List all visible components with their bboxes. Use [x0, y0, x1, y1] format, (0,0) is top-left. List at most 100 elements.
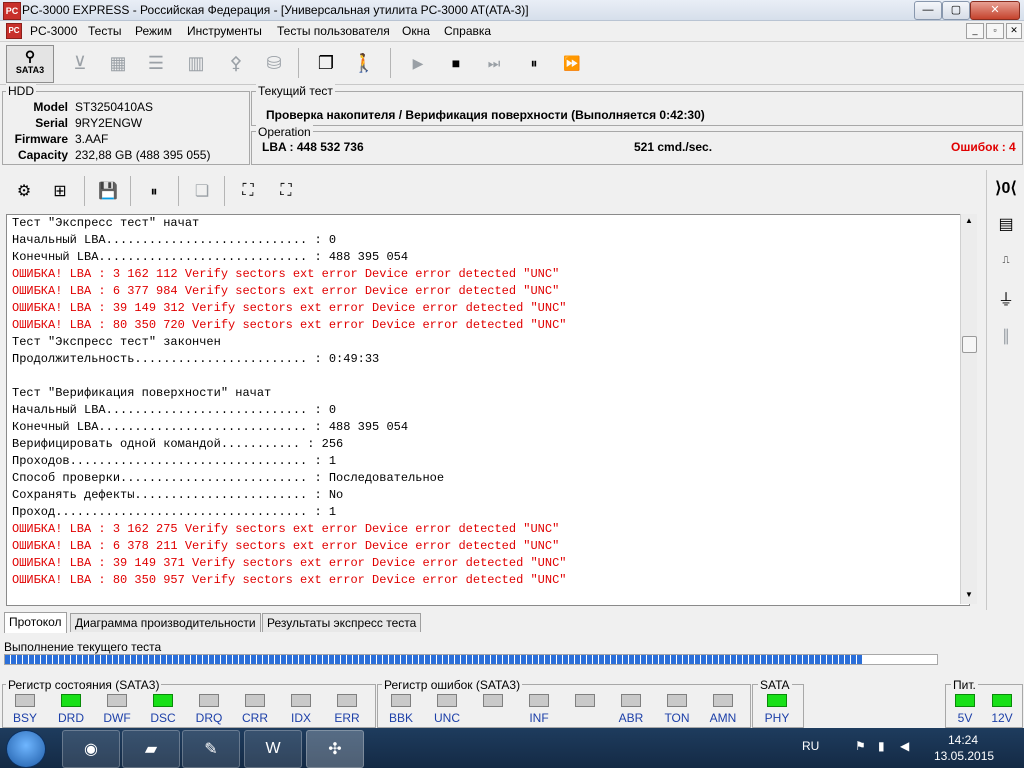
power-5v-led [955, 694, 975, 707]
mdi-close-button[interactable]: ✕ [1006, 23, 1022, 39]
network-icon[interactable]: ▮ [878, 739, 885, 753]
led-dwf [107, 694, 127, 707]
log-error-line: ОШИБКА! LBA : 6 378 211 Verify sectors e… [12, 539, 560, 553]
window-title: PC-3000 EXPRESS - Российская Федерация -… [22, 3, 529, 17]
tab-protocol[interactable]: Протокол [4, 612, 67, 633]
menu-tests[interactable]: Тесты [88, 24, 121, 38]
minimize-button[interactable]: — [914, 1, 942, 20]
chart-icon[interactable]: ▥ [178, 46, 214, 80]
led-label-idx: IDX [290, 711, 311, 725]
pause-icon[interactable]: ⏸ [516, 46, 552, 80]
reset-icon[interactable]: ⎍ [991, 246, 1021, 274]
menu-user-tests[interactable]: Тесты пользователя [277, 24, 390, 38]
step-icon[interactable]: ⏭ [476, 46, 512, 80]
save-map-icon[interactable]: ⊞ [42, 174, 78, 208]
sata-label: SATA [758, 678, 792, 692]
led-ton [667, 694, 687, 707]
menu-windows[interactable]: Окна [402, 24, 430, 38]
power-5v-label: 5V [957, 711, 973, 725]
progress-label: Выполнение текущего теста [4, 640, 162, 654]
start-button[interactable] [6, 730, 46, 768]
menu-help[interactable]: Справка [444, 24, 491, 38]
led-label-crr: CRR [242, 711, 268, 725]
led-drq [199, 694, 219, 707]
clock-date[interactable]: 13.05.2015 [934, 749, 994, 763]
pc3000-icon[interactable]: PC [6, 23, 22, 39]
toolbar-separator [224, 176, 225, 206]
sata3-button[interactable]: ⚲ SATA3 [6, 45, 54, 83]
pdf-icon[interactable]: ✎ [182, 730, 240, 768]
find-icon[interactable]: ⛶ [230, 174, 266, 208]
scroll-down-icon[interactable]: ▼ [962, 590, 976, 602]
close-button[interactable]: ✕ [970, 1, 1020, 20]
hdd-capacity-value: 232,88 GB (488 395 055) [75, 148, 211, 162]
tool-icon[interactable]: ⚴ [218, 46, 254, 80]
led-err [337, 694, 357, 707]
language-indicator[interactable]: RU [802, 739, 819, 753]
chrome-icon[interactable]: ◉ [62, 730, 120, 768]
disk-icon[interactable]: ⛁ [256, 46, 292, 80]
title-bar[interactable]: PC PC-3000 EXPRESS - Российская Федераци… [0, 0, 1024, 21]
status-register-label: Регистр состояния (SATA3) [6, 678, 162, 692]
scroll-up-icon[interactable]: ▲ [962, 216, 976, 228]
led-label-dwf: DWF [103, 711, 131, 725]
toolbar-separator [390, 48, 391, 78]
save-icon[interactable]: 💾 [90, 174, 126, 208]
current-test-label: Текущий тест [256, 84, 335, 98]
clock-time[interactable]: 14:24 [948, 733, 978, 747]
scroll-thumb[interactable] [962, 336, 977, 353]
progress-bar [4, 654, 938, 665]
hdd-firmware-value: 3.AAF [75, 132, 109, 146]
main-toolbar: ⚲ SATA3 ⊻ ▦ ☰ ▥ ⚴ ⛁ ❐ 🚶 ▶ ■ ⏭ ⏸ ⏩ [0, 42, 1024, 85]
pc3000-icon: PC [3, 2, 21, 20]
log-scrollbar[interactable]: ▲ ▼ [960, 214, 977, 604]
mdi-restore-button[interactable]: ▫ [986, 23, 1004, 39]
log-toolbar: ⚙ ⊞ 💾 ⏸ ❏ ⛶ ⛶ [0, 170, 985, 212]
power-switch-icon[interactable]: ⏚ [991, 284, 1021, 312]
mdi-minimize-button[interactable]: _ [966, 23, 984, 39]
windows-icon[interactable]: ❐ [308, 46, 344, 80]
hdd-serial-value: 9RY2ENGW [75, 116, 143, 130]
play-icon[interactable]: ▶ [400, 46, 436, 80]
drive-icon[interactable]: ⊻ [62, 46, 98, 80]
settings-icon[interactable]: ⚙ [6, 174, 42, 208]
menu-tools[interactable]: Инструменты [187, 24, 262, 38]
pc3000-taskbar-icon[interactable]: ✣ [306, 730, 364, 768]
pause-panel-icon[interactable]: ∥ [991, 322, 1021, 350]
power-12v-label: 12V [991, 711, 1013, 725]
find-next-icon[interactable]: ⛶ [268, 174, 304, 208]
progress-fill [5, 655, 863, 664]
led-abr [621, 694, 641, 707]
folder-icon[interactable]: ▰ [122, 730, 180, 768]
log-error-line: ОШИБКА! LBA : 80 350 720 Verify sectors … [12, 318, 567, 332]
led-blank-4 [575, 694, 595, 707]
protocol-log[interactable]: Тест "Экспресс тест" начат Начальный LBA.… [6, 214, 970, 606]
list-icon[interactable]: ☰ [138, 46, 174, 80]
led-idx [291, 694, 311, 707]
copy-icon[interactable]: ❏ [184, 174, 220, 208]
hdd-capacity-key: Capacity [17, 148, 68, 162]
volume-icon[interactable]: ◀ [900, 739, 909, 753]
log-error-line: ОШИБКА! LBA : 80 350 957 Verify sectors … [12, 573, 567, 587]
log-line: Продолжительность.......................… [12, 352, 380, 366]
menu-pc3000[interactable]: PC-3000 [30, 24, 77, 38]
word-icon[interactable]: W [244, 730, 302, 768]
tab-express-results[interactable]: Результаты экспресс теста [262, 613, 422, 632]
flag-icon[interactable]: ⚑ [855, 739, 866, 753]
phy-led-label: PHY [764, 711, 790, 725]
power-toggle-icon[interactable]: ⟩0⟨ [991, 174, 1021, 202]
menu-mode[interactable]: Режим [135, 24, 172, 38]
log-line: Проход..................................… [12, 505, 337, 519]
maximize-button[interactable]: ▢ [942, 1, 970, 20]
chip-icon[interactable]: ▦ [100, 46, 136, 80]
run-icon[interactable]: 🚶 [346, 46, 382, 80]
board-icon[interactable]: ▤ [991, 210, 1021, 238]
right-panel: ⟩0⟨ ▤ ⎍ ⏚ ∥ [986, 170, 1024, 610]
power-12v-led [992, 694, 1012, 707]
led-label-ton: TON [664, 711, 690, 725]
fast-forward-icon[interactable]: ⏩ [554, 46, 590, 80]
stop-icon[interactable]: ■ [438, 46, 474, 80]
pause-test-icon[interactable]: ⏸ [136, 174, 172, 208]
tab-performance-chart[interactable]: Диаграмма производительности [70, 613, 261, 632]
